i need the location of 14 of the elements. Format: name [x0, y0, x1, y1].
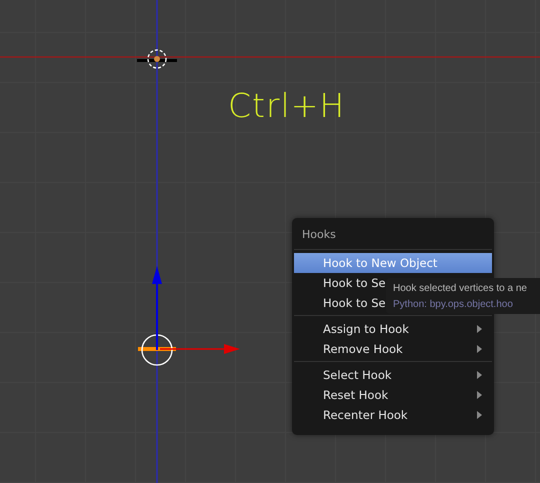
menu-item[interactable]: Reset Hook [294, 385, 492, 405]
menu-item[interactable]: Select Hook [294, 365, 492, 385]
menu-title: Hooks [301, 227, 337, 243]
submenu-arrow-icon [477, 371, 482, 379]
submenu-arrow-icon [477, 345, 482, 353]
tooltip-python: Python: bpy.ops.object.hoo [393, 298, 513, 312]
shortcut-label: Ctrl+H [228, 86, 346, 125]
submenu-arrow-icon [477, 391, 482, 399]
submenu-arrow-icon [477, 411, 482, 419]
menu-item[interactable]: Recenter Hook [294, 405, 492, 425]
menu-item[interactable]: Remove Hook [294, 339, 492, 359]
menu-item[interactable]: Assign to Hook [294, 319, 492, 339]
submenu-arrow-icon [477, 325, 482, 333]
tooltip-description: Hook selected vertices to a ne [393, 282, 527, 296]
